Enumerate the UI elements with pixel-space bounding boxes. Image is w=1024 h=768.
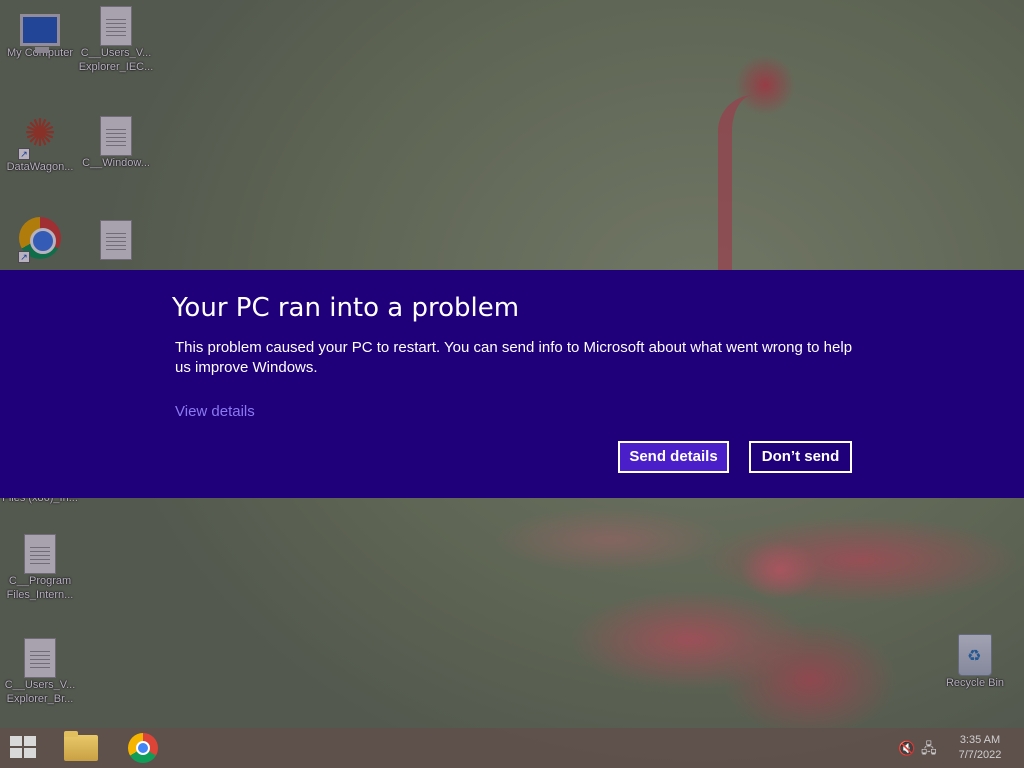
send-details-button[interactable]: Send details — [618, 441, 729, 473]
dialog-message: This problem caused your PC to restart. … — [175, 339, 853, 376]
taskbar-clock[interactable]: 3:35 AM 7/7/2022 — [944, 733, 1016, 763]
taskbar-file-explorer[interactable] — [56, 728, 106, 768]
start-button[interactable] — [0, 728, 48, 768]
taskbar: 🔇 🖧 — [0, 728, 1024, 768]
taskbar-chrome[interactable] — [118, 728, 168, 768]
windows-start-icon — [10, 736, 38, 760]
view-details-link[interactable]: View details — [175, 402, 255, 422]
volume-muted-icon[interactable]: 🔇 — [898, 740, 915, 756]
file-explorer-icon — [64, 731, 98, 761]
clock-date: 7/7/2022 — [958, 749, 1002, 761]
clock-time: 3:35 AM — [959, 734, 1001, 746]
dont-send-button[interactable]: Don’t send — [749, 441, 852, 473]
dialog-title: Your PC ran into a problem — [172, 293, 520, 323]
network-icon[interactable]: 🖧 — [921, 740, 937, 756]
chrome-icon — [128, 733, 158, 763]
